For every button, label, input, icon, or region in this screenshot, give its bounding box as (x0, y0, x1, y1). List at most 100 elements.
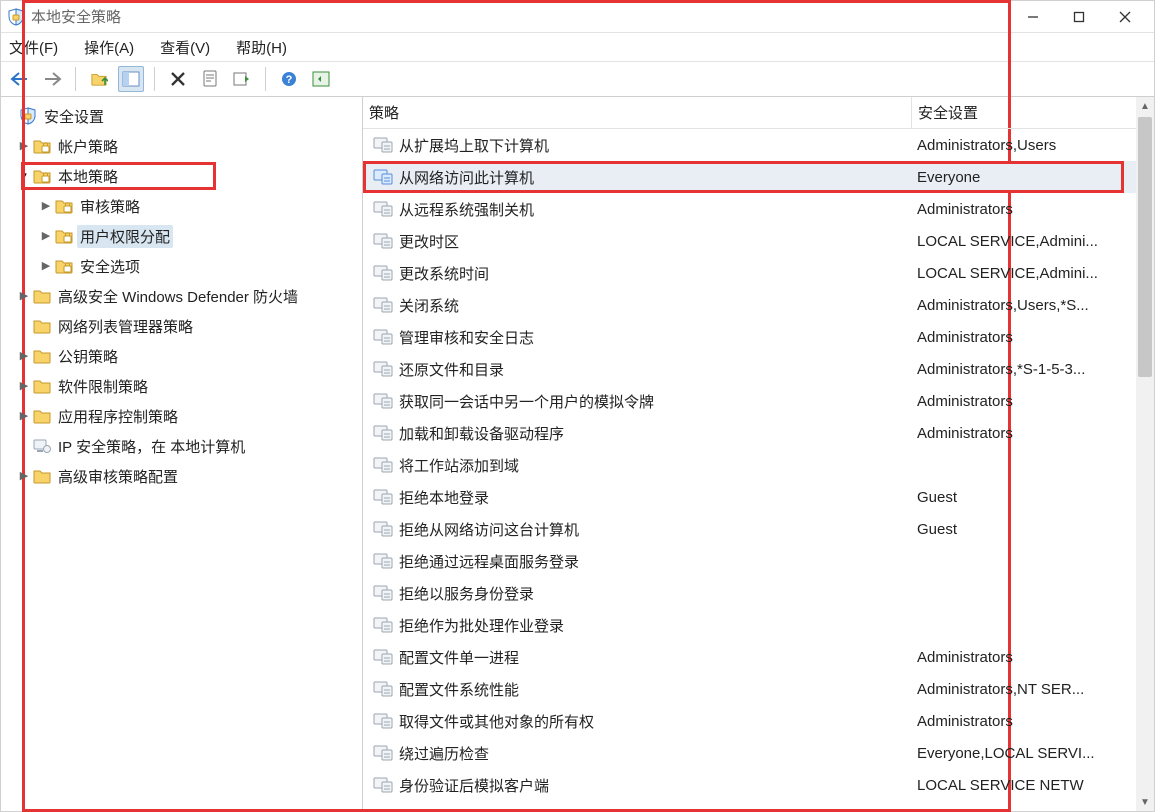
menu-file[interactable]: 文件(F) (5, 35, 62, 60)
policy-setting: Administrators,*S-1-5-3... (911, 361, 1154, 378)
list-row[interactable]: 配置文件系统性能Administrators,NT SER... (363, 673, 1154, 705)
tree-local-policy[interactable]: ▾ 本地策略 (3, 161, 362, 191)
expander-icon[interactable]: ▶ (17, 379, 31, 392)
list-row[interactable]: 拒绝通过远程桌面服务登录 (363, 545, 1154, 577)
list-row[interactable]: 从网络访问此计算机Everyone (363, 161, 1154, 193)
policy-setting: Administrators (911, 201, 1154, 218)
policy-setting: LOCAL SERVICE,Admini... (911, 233, 1154, 250)
policy-icon (373, 584, 393, 602)
expander-icon[interactable]: ▶ (17, 409, 31, 422)
column-header-policy[interactable]: 策略 (363, 102, 911, 123)
maximize-button[interactable] (1056, 2, 1102, 32)
list-body[interactable]: 从扩展坞上取下计算机Administrators,Users从网络访问此计算机E… (363, 129, 1154, 811)
list-row[interactable]: 拒绝以服务身份登录 (363, 577, 1154, 609)
tree-label: IP 安全策略，在 本地计算机 (55, 435, 248, 458)
list-row[interactable]: 配置文件单一进程Administrators (363, 641, 1154, 673)
policy-icon (373, 296, 393, 314)
tree-sw-restrict[interactable]: ▶ 软件限制策略 (3, 371, 362, 401)
tree-root[interactable]: 安全设置 (3, 101, 362, 131)
policy-name: 从远程系统强制关机 (399, 199, 534, 220)
policy-name: 管理审核和安全日志 (399, 327, 534, 348)
minimize-button[interactable] (1010, 2, 1056, 32)
list-row[interactable]: 身份验证后模拟客户端LOCAL SERVICE NETW (363, 769, 1154, 801)
folder-icon (33, 347, 51, 365)
list-row[interactable]: 绕过遍历检查Everyone,LOCAL SERVI... (363, 737, 1154, 769)
expander-icon[interactable]: ▶ (39, 229, 53, 242)
tree-label: 安全选项 (77, 255, 143, 278)
expander-icon[interactable]: ▶ (17, 289, 31, 302)
list-row[interactable]: 取得文件或其他对象的所有权Administrators (363, 705, 1154, 737)
menu-action[interactable]: 操作(A) (80, 35, 138, 60)
tree-label: 帐户策略 (55, 135, 121, 158)
list-row[interactable]: 拒绝本地登录Guest (363, 481, 1154, 513)
app-icon (7, 8, 25, 26)
list-row[interactable]: 管理审核和安全日志 Administrators (363, 321, 1154, 353)
folder-lock-icon (33, 137, 51, 155)
forward-button[interactable] (39, 66, 65, 92)
toolbar-separator (265, 67, 266, 91)
expander-icon[interactable]: ▶ (17, 139, 31, 152)
refresh-button[interactable] (308, 66, 334, 92)
show-hide-tree-button[interactable] (118, 66, 144, 92)
tree-pane[interactable]: 安全设置 ▶ 帐户策略 ▾ 本地策略 ▶ 审核策略 ▶ (1, 97, 363, 811)
tree-label: 高级安全 Windows Defender 防火墙 (55, 285, 301, 308)
tree-label: 高级审核策略配置 (55, 465, 181, 488)
tree-defender-fw[interactable]: ▶ 高级安全 Windows Defender 防火墙 (3, 281, 362, 311)
tree-net-list-mgr[interactable]: 网络列表管理器策略 (3, 311, 362, 341)
list-row[interactable]: 更改时区LOCAL SERVICE,Admini... (363, 225, 1154, 257)
policy-icon (373, 136, 393, 154)
back-button[interactable] (7, 66, 33, 92)
scroll-down-arrow-icon[interactable]: ▼ (1136, 793, 1154, 811)
list-row[interactable]: 拒绝从网络访问这台计算机Guest (363, 513, 1154, 545)
list-row[interactable]: 从远程系统强制关机 Administrators (363, 193, 1154, 225)
tree-label: 本地策略 (55, 165, 121, 188)
list-row[interactable]: 获取同一会话中另一个用户的模拟令牌Administrators (363, 385, 1154, 417)
export-button[interactable] (229, 66, 255, 92)
tree-security-options[interactable]: ▶ 安全选项 (3, 251, 362, 281)
policy-name: 拒绝通过远程桌面服务登录 (399, 551, 579, 572)
list-row[interactable]: 关闭系统Administrators,Users,*S... (363, 289, 1154, 321)
policy-name: 拒绝以服务身份登录 (399, 583, 534, 604)
menu-view[interactable]: 查看(V) (156, 35, 214, 60)
tree-ip-sec[interactable]: IP 安全策略，在 本地计算机 (3, 431, 362, 461)
help-button[interactable]: ? (276, 66, 302, 92)
folder-lock-icon (55, 257, 73, 275)
app-window: 本地安全策略 文件(F) 操作(A) 查看(V) 帮助(H) ? 安全设 (0, 0, 1155, 812)
up-button[interactable] (86, 66, 112, 92)
close-button[interactable] (1102, 2, 1148, 32)
expander-icon[interactable]: ▾ (17, 169, 31, 182)
tree-adv-audit[interactable]: ▶ 高级审核策略配置 (3, 461, 362, 491)
policy-name: 拒绝从网络访问这台计算机 (399, 519, 579, 540)
policy-icon (373, 680, 393, 698)
list-row[interactable]: 还原文件和目录Administrators,*S-1-5-3... (363, 353, 1154, 385)
scroll-up-arrow-icon[interactable]: ▲ (1136, 97, 1154, 115)
tree-pk-policy[interactable]: ▶ 公钥策略 (3, 341, 362, 371)
policy-name: 加载和卸载设备驱动程序 (399, 423, 564, 444)
policy-icon (373, 648, 393, 666)
expander-icon[interactable]: ▶ (17, 469, 31, 482)
policy-setting: Everyone,LOCAL SERVI... (911, 745, 1154, 762)
policy-icon (373, 744, 393, 762)
list-row[interactable]: 将工作站添加到域 (363, 449, 1154, 481)
tree-label: 软件限制策略 (55, 375, 151, 398)
scrollbar-thumb[interactable] (1138, 117, 1152, 377)
tree-audit-policy[interactable]: ▶ 审核策略 (3, 191, 362, 221)
list-row[interactable]: 拒绝作为批处理作业登录 (363, 609, 1154, 641)
expander-icon[interactable]: ▶ (39, 199, 53, 212)
expander-icon[interactable]: ▶ (39, 259, 53, 272)
list-row[interactable]: 从扩展坞上取下计算机Administrators,Users (363, 129, 1154, 161)
delete-button[interactable] (165, 66, 191, 92)
scrollbar-vertical[interactable]: ▲ ▼ (1136, 97, 1154, 811)
tree-account-policy[interactable]: ▶ 帐户策略 (3, 131, 362, 161)
policy-icon (373, 168, 393, 186)
list-row[interactable]: 加载和卸载设备驱动程序Administrators (363, 417, 1154, 449)
expander-icon[interactable]: ▶ (17, 349, 31, 362)
list-row[interactable]: 更改系统时间LOCAL SERVICE,Admini... (363, 257, 1154, 289)
toolbar-separator (75, 67, 76, 91)
tree-app-control[interactable]: ▶ 应用程序控制策略 (3, 401, 362, 431)
column-header-setting[interactable]: 安全设置 (912, 102, 1154, 123)
policy-setting: Administrators (911, 329, 1154, 346)
properties-button[interactable] (197, 66, 223, 92)
menu-help[interactable]: 帮助(H) (232, 35, 291, 60)
tree-user-rights[interactable]: ▶ 用户权限分配 (3, 221, 362, 251)
